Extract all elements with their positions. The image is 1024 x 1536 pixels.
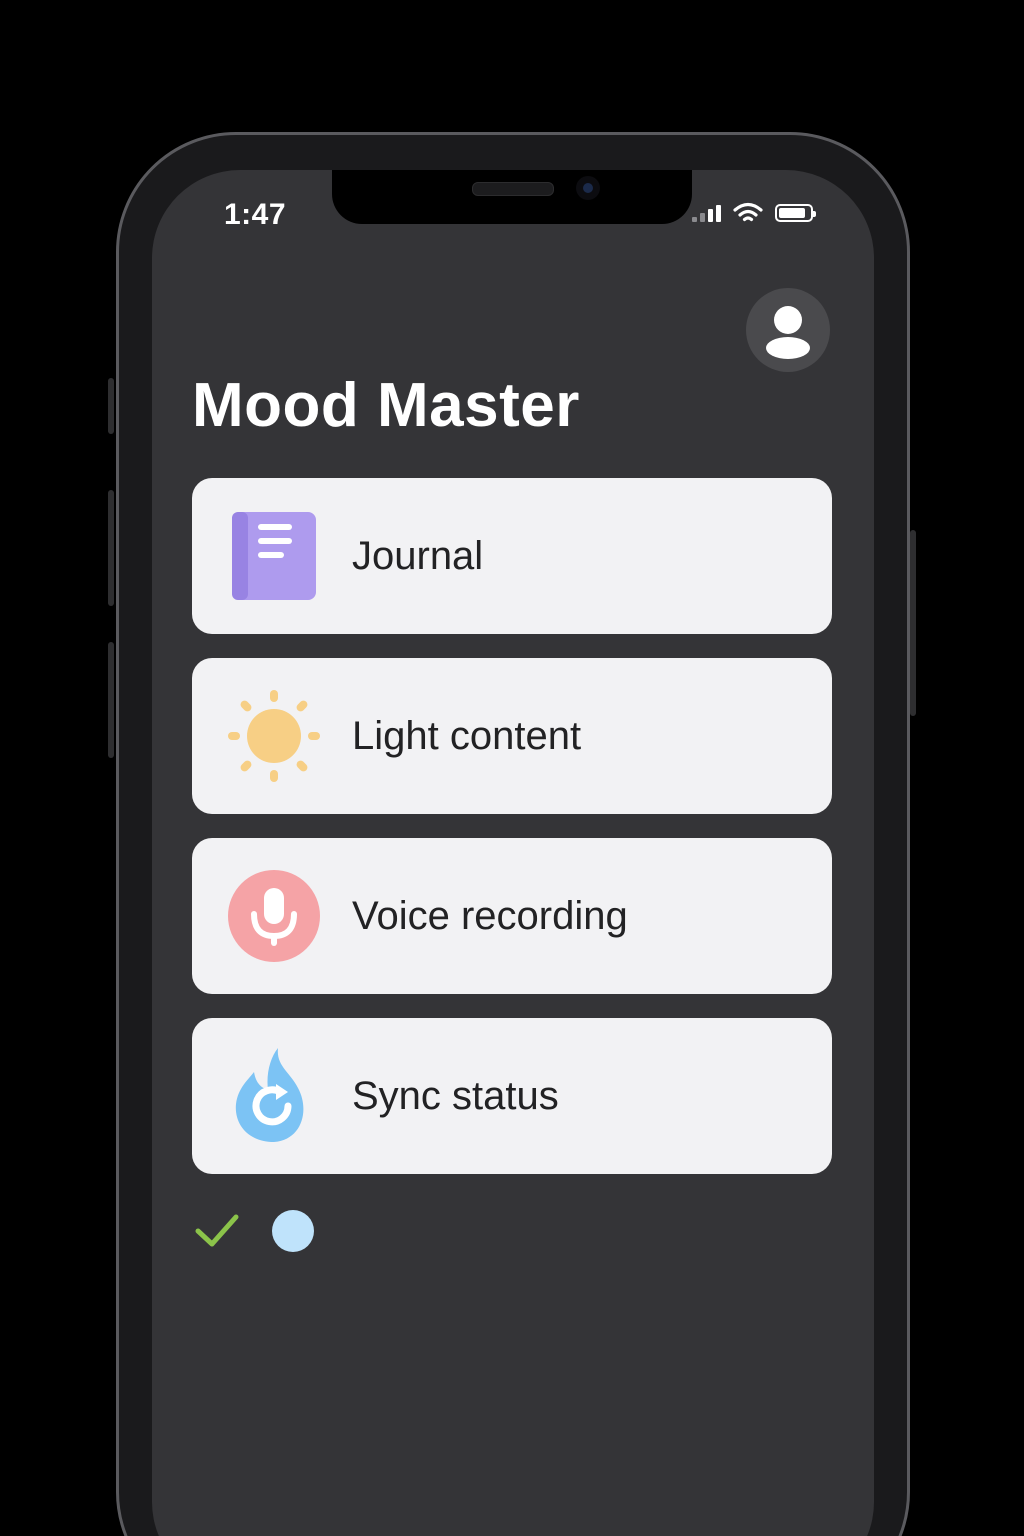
earpiece-speaker xyxy=(472,182,554,196)
check-icon xyxy=(195,1214,239,1247)
journal-book-icon xyxy=(232,512,316,600)
front-camera xyxy=(576,176,600,200)
wifi-icon xyxy=(733,202,763,222)
sync-indicator-dot xyxy=(272,1210,314,1252)
sun-icon xyxy=(228,690,320,782)
notch xyxy=(332,170,692,224)
phone-screen: 1:47 Mood Master Journal Light content V… xyxy=(152,170,874,1536)
menu-item-journal[interactable]: Journal xyxy=(192,478,832,634)
menu-item-label: Journal xyxy=(352,534,484,578)
battery-level xyxy=(779,208,805,218)
menu-item-light-content[interactable]: Light content xyxy=(192,658,832,814)
power-button xyxy=(910,530,916,716)
battery-icon xyxy=(775,204,816,222)
microphone-icon xyxy=(228,870,320,962)
cellular-signal-icon xyxy=(692,204,721,222)
app-stage: 1:47 Mood Master Journal Light content V… xyxy=(0,0,1024,1536)
menu-item-label: Sync status xyxy=(352,1074,559,1118)
page-title: Mood Master xyxy=(192,371,580,440)
menu-item-label: Light content xyxy=(352,714,582,758)
volume-down-button xyxy=(108,642,114,758)
volume-up-button xyxy=(108,490,114,606)
user-icon xyxy=(766,306,810,359)
menu-item-label: Voice recording xyxy=(352,894,628,938)
profile-avatar-button[interactable] xyxy=(746,288,830,372)
status-time: 1:47 xyxy=(224,198,287,231)
status-icons xyxy=(692,202,816,224)
menu-item-sync-status[interactable]: Sync status xyxy=(192,1018,832,1174)
menu-item-voice-recording[interactable]: Voice recording xyxy=(192,838,832,994)
sync-flame-icon xyxy=(235,1048,304,1142)
mute-switch xyxy=(108,378,114,434)
footer-status xyxy=(192,1210,314,1252)
